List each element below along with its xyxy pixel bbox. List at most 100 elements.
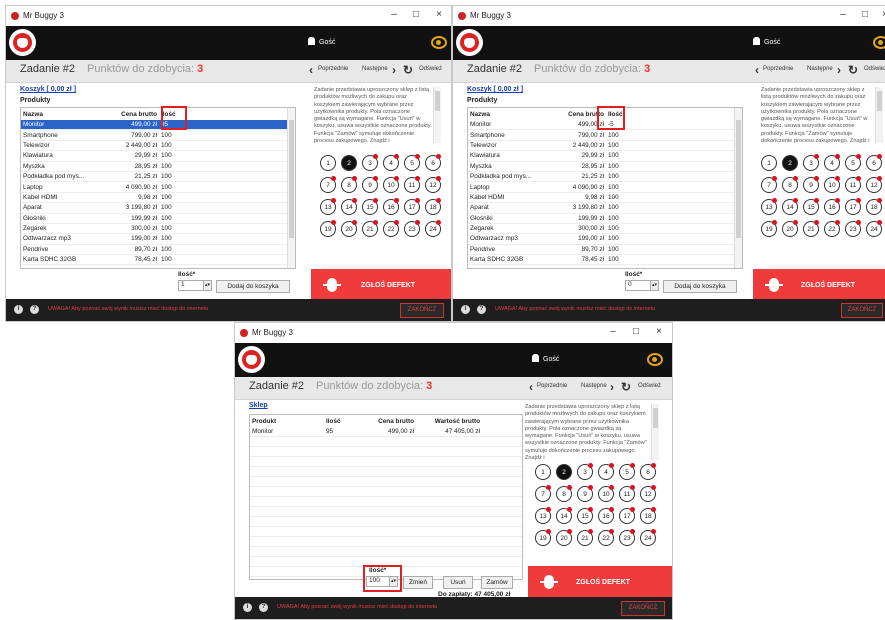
task-number-button[interactable]: 10 <box>824 176 840 193</box>
task-number-button[interactable]: 11 <box>845 176 861 193</box>
task-number-button[interactable]: 22 <box>824 220 840 237</box>
minimize-icon[interactable]: – <box>386 9 402 20</box>
col-header-qty[interactable]: Ilość <box>324 415 362 427</box>
task-number-button[interactable]: 18 <box>640 507 656 524</box>
finish-button[interactable]: ZAKOŃCZ <box>841 303 883 318</box>
table-row[interactable]: Głośniki 199,99 zł 100 <box>468 213 735 224</box>
refresh-button[interactable]: Odśwież <box>638 383 661 389</box>
table-row[interactable]: Podkładka pod mys... 21,25 zł 100 <box>468 171 735 183</box>
task-number-button[interactable]: 4 <box>824 154 840 171</box>
table-row[interactable]: Odtwarzacz mp3 199,00 zł 100 <box>21 233 288 245</box>
table-row[interactable]: Kabel HDMI 9,98 zł 100 <box>21 192 288 204</box>
table-row[interactable]: Aparat 3 199,80 zł 100 <box>21 202 288 214</box>
task-number-button[interactable]: 3 <box>362 154 378 171</box>
task-number-button[interactable]: 1 <box>761 155 777 171</box>
task-number-button[interactable]: 19 <box>761 220 777 237</box>
task-number-button[interactable]: 18 <box>425 198 441 215</box>
change-button[interactable]: Zmień <box>403 576 433 589</box>
task-number-button[interactable]: 6 <box>866 154 882 171</box>
task-number-button[interactable]: 11 <box>404 176 420 193</box>
chevron-left-icon[interactable]: ‹ <box>755 63 759 77</box>
task-number-button[interactable]: 22 <box>383 220 399 237</box>
task-number-button[interactable]: 23 <box>845 220 861 237</box>
task-number-button[interactable]: 15 <box>362 198 378 215</box>
table-row[interactable]: Karta SDHC 32GB 78,45 zł 100 <box>468 254 735 266</box>
table-row[interactable]: Zegarek 300,00 zł 100 <box>21 223 288 235</box>
task-number-button[interactable]: 21 <box>803 220 819 237</box>
next-button[interactable]: Następne <box>581 383 607 389</box>
task-number-button[interactable]: 14 <box>341 198 357 215</box>
table-row[interactable]: Klawiatura 29,99 zł 100 <box>21 150 288 162</box>
products-table[interactable]: Nazwa Cena brutto Ilość Monitor 499,00 zł… <box>467 107 743 269</box>
close-icon[interactable]: × <box>431 9 447 20</box>
cart-table[interactable]: Produkt Ilość Cena brutto Wartość brutto… <box>249 414 523 580</box>
maximize-icon[interactable]: □ <box>408 9 424 20</box>
task-number-button[interactable]: 5 <box>404 154 420 171</box>
task-number-button[interactable]: 24 <box>866 220 882 237</box>
qty-stepper[interactable]: ▴▾ <box>650 280 659 291</box>
task-number-button[interactable]: 24 <box>425 220 441 237</box>
add-to-cart-button[interactable]: Dodaj do koszyka <box>663 280 737 293</box>
finish-button[interactable]: ZAKOŃCZ <box>621 601 665 616</box>
report-defect-button[interactable]: ZGŁOŚ DEFEKT <box>528 566 672 598</box>
task-number-button[interactable]: 24 <box>640 529 656 546</box>
col-header-name[interactable]: Nazwa <box>468 108 550 120</box>
table-scrollbar[interactable] <box>734 108 742 268</box>
help-icon[interactable]: ? <box>30 305 39 314</box>
table-row[interactable]: Kabel HDMI 9,98 zł 100 <box>468 192 735 204</box>
prev-button[interactable]: Poprzednie <box>537 383 567 389</box>
chevron-left-icon[interactable]: ‹ <box>309 63 313 77</box>
task-number-button[interactable]: 15 <box>803 198 819 215</box>
chevron-right-icon[interactable]: › <box>392 63 396 77</box>
task-number-button[interactable]: 23 <box>619 529 635 546</box>
task-number-button[interactable]: 12 <box>425 176 441 193</box>
task-number-button[interactable]: 3 <box>577 463 593 480</box>
cart-link[interactable]: Koszyk [ 0,00 zł ] <box>467 86 523 93</box>
table-row[interactable]: Monitor 95 499,00 zł 47 405,00 zł <box>250 427 522 438</box>
task-number-button[interactable]: 16 <box>598 507 614 524</box>
table-row[interactable]: Aparat 3 199,80 zł 100 <box>468 202 735 214</box>
refresh-icon[interactable]: ↻ <box>848 63 858 77</box>
col-header-product[interactable]: Produkt <box>250 415 324 427</box>
col-header-price[interactable]: Cena brutto <box>103 108 159 120</box>
refresh-button[interactable]: Odśwież <box>864 66 885 72</box>
chevron-right-icon[interactable]: › <box>610 380 614 394</box>
task-number-button[interactable]: 16 <box>824 198 840 215</box>
task-number-button[interactable]: 4 <box>383 154 399 171</box>
cart-link[interactable]: Koszyk [ 0,00 zł ] <box>20 86 76 93</box>
chevron-left-icon[interactable]: ‹ <box>529 380 533 394</box>
task-number-button[interactable]: 17 <box>845 198 861 215</box>
prev-button[interactable]: Poprzednie <box>763 66 793 72</box>
task-number-button[interactable]: 20 <box>556 529 572 546</box>
table-row[interactable]: Telewizor 2 449,00 zł 100 <box>21 140 288 152</box>
order-button[interactable]: Zamów <box>481 576 513 589</box>
task-number-button[interactable]: 20 <box>341 220 357 237</box>
task-number-button[interactable]: 13 <box>535 507 551 524</box>
task-number-button[interactable]: 9 <box>362 176 378 193</box>
task-number-button[interactable]: 13 <box>761 198 777 215</box>
task-number-button[interactable]: 10 <box>383 176 399 193</box>
table-row[interactable]: Monitor 499,00 zł 95 <box>21 120 288 131</box>
info-icon[interactable]: i <box>14 305 23 314</box>
task-number-button[interactable]: 2 <box>782 155 798 171</box>
task-number-button[interactable]: 9 <box>803 176 819 193</box>
next-button[interactable]: Następne <box>807 66 833 72</box>
task-number-button[interactable]: 5 <box>845 154 861 171</box>
task-number-button[interactable]: 15 <box>577 507 593 524</box>
task-number-button[interactable]: 6 <box>640 463 656 480</box>
table-row[interactable]: Odtwarzacz mp3 199,00 zł 100 <box>468 233 735 245</box>
task-number-button[interactable]: 22 <box>598 529 614 546</box>
task-number-button[interactable]: 6 <box>425 154 441 171</box>
prev-button[interactable]: Poprzednie <box>318 66 348 72</box>
minimize-icon[interactable]: – <box>605 326 621 337</box>
table-row[interactable]: Zegarek 300,00 zł 100 <box>468 223 735 235</box>
products-table[interactable]: Nazwa Cena brutto Ilość Monitor 499,00 zł… <box>20 107 296 269</box>
refresh-icon[interactable]: ↻ <box>621 380 631 394</box>
task-number-button[interactable]: 2 <box>341 155 357 171</box>
task-number-button[interactable]: 7 <box>320 176 336 193</box>
table-row[interactable]: Smartphone 799,00 zł 100 <box>21 129 288 141</box>
task-number-button[interactable]: 17 <box>404 198 420 215</box>
eye-icon[interactable] <box>647 353 663 366</box>
col-header-value[interactable]: Wartość brutto <box>416 415 482 427</box>
task-number-button[interactable]: 20 <box>782 220 798 237</box>
